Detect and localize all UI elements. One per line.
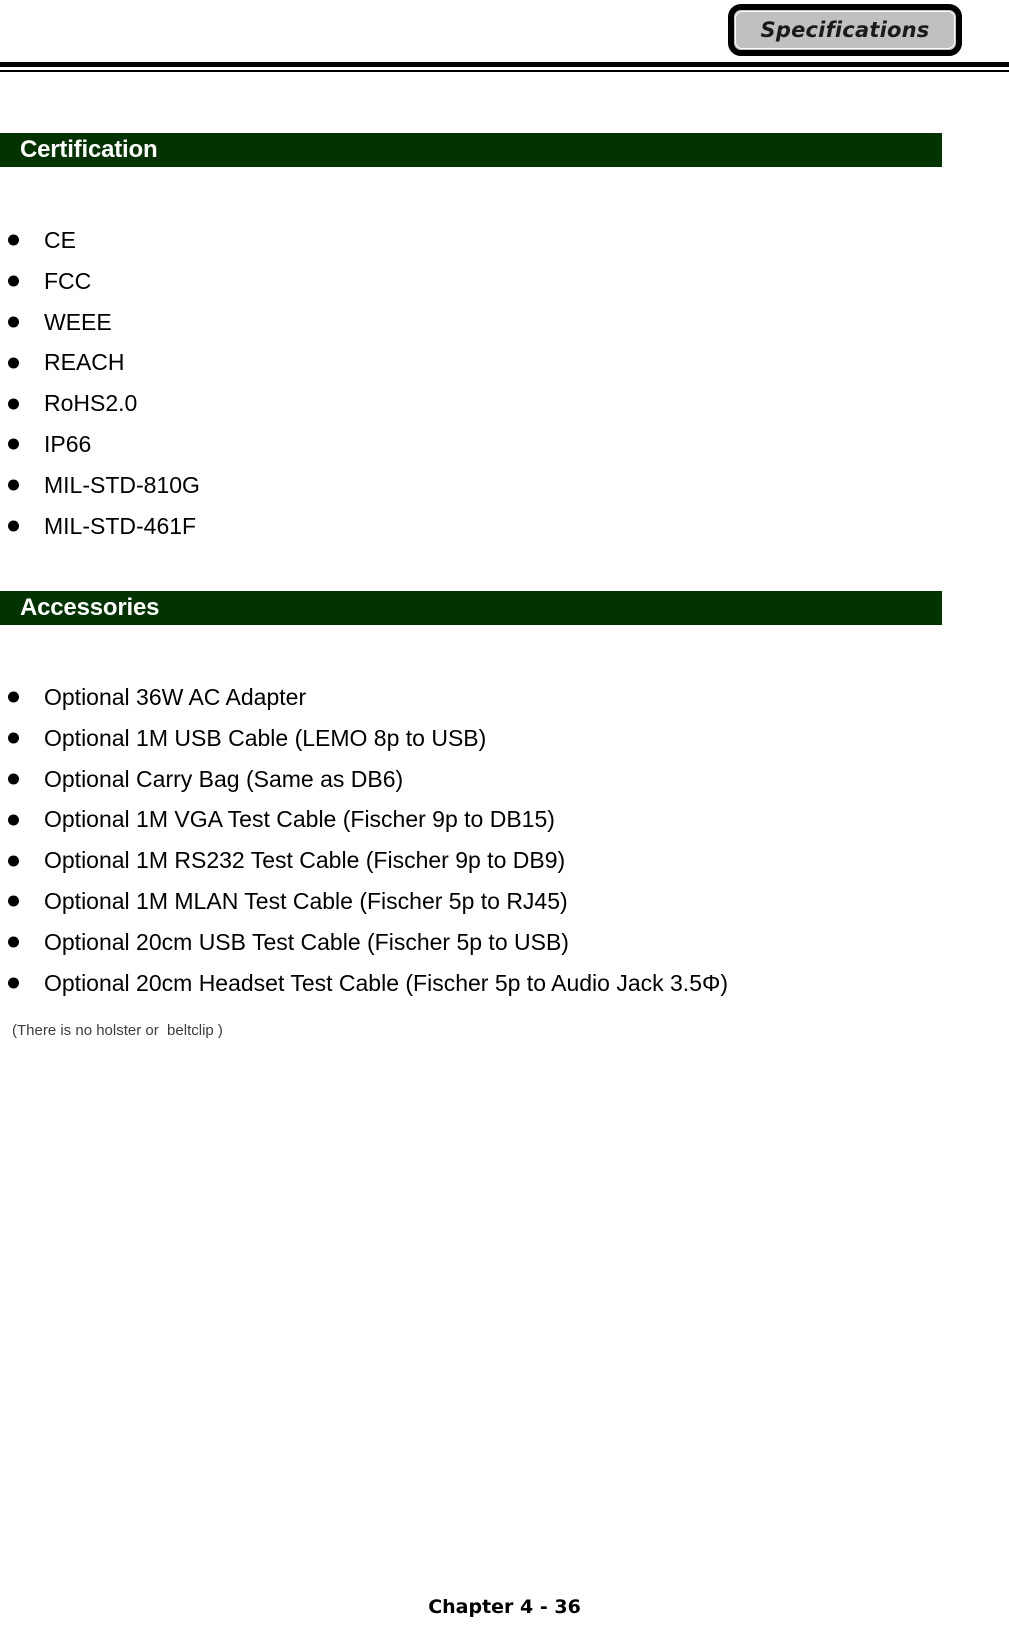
- bullet-icon: [8, 275, 19, 287]
- header-rule-primary: [0, 62, 1009, 67]
- list-item-label: WEEE: [44, 308, 112, 335]
- list-item-label: Optional 20cm USB Test Cable (Fischer 5p…: [44, 928, 569, 955]
- list-item: Optional 20cm Headset Test Cable (Fische…: [0, 963, 960, 1004]
- section-heading-certification: Certification: [0, 133, 942, 167]
- list-item-label: MIL-STD-461F: [44, 512, 197, 539]
- list-item-label: Optional Carry Bag (Same as DB6): [44, 765, 404, 792]
- header-rule-secondary: [0, 70, 1009, 72]
- list-item: FCC: [0, 261, 960, 302]
- certification-list: CE FCC WEEE REACH RoHS2.0 IP66 MIL-STD-8…: [0, 220, 960, 546]
- accessories-list: Optional 36W AC Adapter Optional 1M USB …: [0, 677, 960, 1003]
- list-item: Optional Carry Bag (Same as DB6): [0, 759, 960, 800]
- bullet-icon: [8, 438, 19, 450]
- list-item-label: Optional 36W AC Adapter: [44, 684, 307, 710]
- bullet-icon: [8, 977, 19, 989]
- list-item: RoHS2.0: [0, 383, 960, 424]
- list-item-label: IP66: [44, 430, 92, 457]
- list-item: CE: [0, 220, 960, 261]
- list-item-label: Optional 1M MLAN Test Cable (Fischer 5p …: [44, 887, 568, 914]
- list-item: IP66: [0, 424, 960, 465]
- bullet-icon: [8, 814, 19, 826]
- page-header: Specifications: [0, 0, 1009, 80]
- list-item-label: Optional 1M VGA Test Cable (Fischer 9p t…: [44, 806, 555, 833]
- list-item: Optional 20cm USB Test Cable (Fischer 5p…: [0, 922, 960, 963]
- bullet-icon: [8, 691, 19, 703]
- section-heading-label: Accessories: [20, 594, 160, 621]
- section-heading-accessories: Accessories: [0, 591, 942, 625]
- section-tab-specifications: Specifications: [728, 4, 962, 56]
- bullet-icon: [8, 520, 19, 532]
- accessories-note: (There is no holster or beltclip ): [12, 1022, 223, 1039]
- section-tab-label: Specifications: [760, 18, 930, 42]
- page-footer: Chapter 4 - 36: [0, 1596, 1009, 1618]
- list-item-label: MIL-STD-810G: [44, 471, 200, 498]
- list-item-label: RoHS2.0: [44, 390, 138, 417]
- list-item: WEEE: [0, 302, 960, 343]
- bullet-icon: [8, 316, 19, 328]
- bullet-icon: [8, 732, 19, 744]
- bullet-icon: [8, 398, 19, 410]
- list-item: Optional 1M USB Cable (LEMO 8p to USB): [0, 718, 960, 759]
- list-item: Optional 36W AC Adapter: [0, 677, 960, 718]
- list-item-label: Optional 20cm Headset Test Cable (Fische…: [44, 969, 728, 996]
- section-heading-label: Certification: [20, 136, 158, 163]
- list-item-label: CE: [44, 227, 76, 253]
- bullet-icon: [8, 357, 19, 369]
- list-item: Optional 1M MLAN Test Cable (Fischer 5p …: [0, 881, 960, 922]
- bullet-icon: [8, 479, 19, 491]
- bullet-icon: [8, 773, 19, 785]
- list-item: Optional 1M VGA Test Cable (Fischer 9p t…: [0, 799, 960, 840]
- list-item-label: Optional 1M USB Cable (LEMO 8p to USB): [44, 724, 487, 751]
- list-item: REACH: [0, 342, 960, 383]
- bullet-icon: [8, 234, 19, 246]
- bullet-icon: [8, 855, 19, 867]
- footer-page-label: Chapter 4 - 36: [428, 1596, 581, 1618]
- list-item: MIL-STD-461F: [0, 506, 960, 547]
- bullet-icon: [8, 895, 19, 907]
- list-item-label: REACH: [44, 349, 125, 376]
- list-item: MIL-STD-810G: [0, 465, 960, 506]
- bullet-icon: [8, 936, 19, 948]
- list-item: Optional 1M RS232 Test Cable (Fischer 9p…: [0, 840, 960, 881]
- list-item-label: FCC: [44, 267, 92, 294]
- list-item-label: Optional 1M RS232 Test Cable (Fischer 9p…: [44, 847, 566, 874]
